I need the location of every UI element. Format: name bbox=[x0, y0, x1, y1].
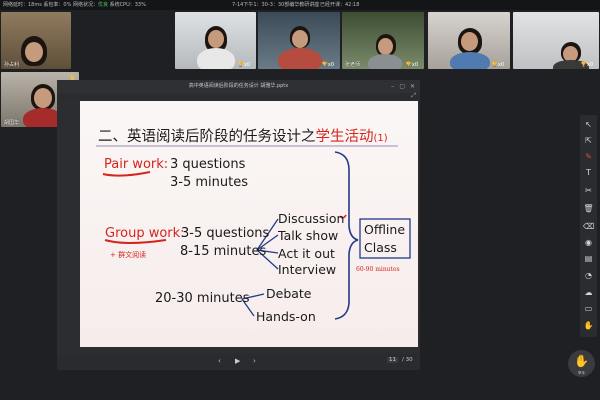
long-minutes: 20-30 minutes bbox=[155, 291, 250, 306]
trophy-icon: 🏆x0 bbox=[580, 62, 593, 68]
presentation-toolbar: ⤢ bbox=[57, 92, 420, 101]
trophy-icon: 🏆x0 bbox=[321, 62, 334, 68]
page-total: / 30 bbox=[402, 357, 413, 363]
class-label: Class bbox=[364, 240, 397, 255]
network-status: 网络延时：18ms 丢包率：0% 网络状况： bbox=[3, 2, 98, 8]
offline-minutes: 60-90 minutes bbox=[356, 266, 400, 273]
raise-hand-icon: ✋ bbox=[574, 354, 589, 368]
pair-minutes: 3-5 minutes bbox=[170, 175, 248, 190]
prev-slide-icon[interactable]: ‹ bbox=[218, 357, 221, 365]
expand-icon[interactable]: ⤢ bbox=[411, 92, 416, 100]
pair-questions: 3 questions bbox=[170, 157, 246, 172]
meeting-title: 7-14下午1：30-3：30部编华教研讲座 bbox=[232, 2, 320, 8]
raise-hand-button[interactable]: ✋ 举手 bbox=[568, 350, 595, 377]
offline-label: Offline bbox=[364, 222, 406, 237]
hand-tool-icon[interactable]: ✋ bbox=[583, 320, 594, 331]
file-icon[interactable]: ▭ bbox=[583, 303, 594, 314]
video-tile-2[interactable]: 🏆x0 bbox=[175, 12, 256, 69]
next-slide-icon[interactable]: › bbox=[253, 357, 256, 365]
record-icon[interactable]: ◉ bbox=[583, 237, 594, 248]
status-bar: 网络延时：18ms 丢包率：0% 网络状况：优良 系统CPU：33% 7-14下… bbox=[0, 0, 600, 10]
group-questions: 3-5 questions bbox=[181, 226, 270, 241]
scissors-icon[interactable]: ✂ bbox=[583, 185, 594, 196]
cursor-icon[interactable]: ↖ bbox=[583, 119, 594, 130]
activity-debate: Debate bbox=[266, 286, 312, 301]
pointer-icon[interactable]: ⇱ bbox=[583, 135, 594, 146]
group-work-label: Group work: bbox=[105, 226, 185, 241]
drawing-toolbar: ↖ ⇱ ✎ T ✂ 🗑 ⌫ ◉ ▤ ◔ ☁ ▭ ✋ bbox=[580, 115, 597, 337]
trophy-icon: 🏆x0 bbox=[237, 62, 250, 68]
activity-hands-on: Hands-on bbox=[256, 309, 316, 324]
participant-name: 孙占利 bbox=[4, 62, 20, 68]
activity-interview: Interview bbox=[278, 262, 337, 277]
video-tile-6[interactable]: 🏆x0 bbox=[513, 12, 599, 69]
cloud-icon[interactable]: ☁ bbox=[583, 287, 594, 298]
trash-icon[interactable]: 🗑 bbox=[583, 203, 594, 214]
play-icon[interactable]: ▶ bbox=[235, 357, 240, 365]
video-tile-4[interactable]: 张老师 🏆x0 bbox=[342, 12, 424, 69]
activity-act-it-out: Act it out bbox=[278, 246, 335, 261]
eraser-icon[interactable]: ⌫ bbox=[583, 221, 594, 232]
slide-title: 二、英语阅读后阶段的任务设计之学生活动(1) bbox=[98, 129, 388, 145]
video-tile-1[interactable]: 孙占利 bbox=[1, 12, 71, 69]
participant-name: 张老师 bbox=[345, 62, 361, 68]
group-minutes: 8-15 minutes bbox=[180, 244, 267, 259]
elapsed-time: 已经开课：42:18 bbox=[320, 2, 360, 8]
host-name: 胡国华 bbox=[4, 120, 20, 126]
page-current[interactable]: 11 bbox=[387, 357, 398, 363]
video-tile-5[interactable]: 🏆x0 bbox=[428, 12, 510, 69]
text-icon[interactable]: T bbox=[583, 167, 594, 178]
presentation-titlebar: 高中英语阅读后阶段的任务设计 胡雅华.pptx – ▢ ✕ bbox=[57, 80, 420, 93]
presentation-title: 高中英语阅读后阶段的任务设计 胡雅华.pptx bbox=[188, 83, 289, 89]
video-tile-3[interactable]: 🏆x0 bbox=[258, 12, 340, 69]
activity-discussion: Discussion bbox=[278, 211, 345, 226]
activity-talk-show: Talk show bbox=[278, 228, 339, 243]
maximize-icon[interactable]: ▢ bbox=[399, 80, 405, 93]
cpu-status: 系统CPU：33% bbox=[109, 2, 146, 8]
trophy-icon: 🏆x0 bbox=[405, 62, 418, 68]
presentation-controls: ‹ ▶ › 11 / 30 bbox=[57, 354, 420, 370]
layout-icon[interactable]: ▤ bbox=[583, 253, 594, 264]
pen-icon[interactable]: ✎ bbox=[583, 151, 594, 162]
timer-icon[interactable]: ◔ bbox=[583, 270, 594, 281]
group-note: + 群文阅读 bbox=[110, 251, 147, 259]
network-quality: 优良 bbox=[97, 2, 108, 8]
trophy-icon: 🏆x0 bbox=[491, 62, 504, 68]
minimize-icon[interactable]: – bbox=[391, 80, 394, 93]
pair-work-label: Pair work: bbox=[104, 157, 169, 172]
